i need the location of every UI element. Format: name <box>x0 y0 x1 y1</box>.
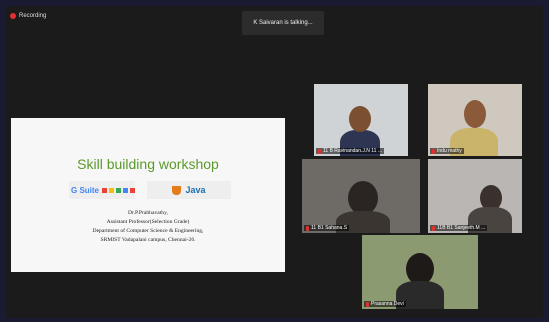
participant-name: 11B B1 Sanjeeth.M ... <box>437 225 486 231</box>
meeting-window: Recording K Saivaran is talking... Skill… <box>6 6 543 318</box>
participant-video <box>464 100 486 128</box>
participant-tile[interactable]: 11B B1 Sanjeeth.M ... <box>428 159 522 233</box>
active-speaker-text: K Saivaran is talking... <box>253 20 313 26</box>
mic-muted-icon <box>432 225 435 231</box>
gsuite-logo: G Suite <box>69 181 135 199</box>
java-logo: Java <box>147 181 231 199</box>
active-speaker-banner: K Saivaran is talking... <box>242 11 324 35</box>
participant-name: 11 B1 Sahana.S <box>311 225 348 231</box>
presenter-line: Department of Computer Science & Enginee… <box>92 228 204 234</box>
recording-indicator: Recording <box>10 13 46 19</box>
slide-title: Skill building workshop <box>77 156 219 172</box>
recording-label: Recording <box>19 13 47 19</box>
gsuite-logo-text: G Suite <box>71 185 100 195</box>
participant-name: Prasanna Devi <box>371 301 404 307</box>
presenter-line: Dr.P.Prabhavathy, <box>128 210 168 216</box>
java-logo-text: Java <box>185 185 206 195</box>
mic-muted-icon <box>432 148 435 154</box>
slide-logos: G Suite Java <box>69 181 231 199</box>
participant-name-label: Prasanna Devi <box>364 301 406 307</box>
participant-tile[interactable]: 11 B1 Sahana.S <box>302 159 420 233</box>
participant-name-label: 11B B1 Sanjeeth.M ... <box>430 225 488 231</box>
participant-video <box>348 181 378 215</box>
participant-name: Indu mathy <box>437 148 462 154</box>
participant-tile[interactable]: 11 B Ravinandan.J.N 11 ... <box>314 84 408 156</box>
presenter-line: SRMIST Vadapalani campus, Chennai-26. <box>100 237 196 243</box>
mic-muted-icon <box>318 148 321 154</box>
presenter-line: Assistant Professor(Selection Grade) <box>106 219 190 225</box>
participant-tile[interactable]: Indu mathy <box>428 84 522 156</box>
mic-muted-icon <box>366 301 369 307</box>
participant-name-label: Indu mathy <box>430 148 464 154</box>
shared-screen[interactable]: Skill building workshop G Suite Java Dr.… <box>11 118 285 272</box>
participant-tile[interactable]: Prasanna Devi <box>362 235 478 309</box>
participant-name-label: 11 B1 Sahana.S <box>304 225 350 231</box>
participant-name-label: 11 B Ravinandan.J.N 11 ... <box>316 148 385 154</box>
gsuite-apps-icon <box>102 187 135 193</box>
recording-icon <box>10 13 16 19</box>
java-cup-icon <box>172 185 182 195</box>
participant-video <box>349 106 371 132</box>
mic-muted-icon <box>306 225 309 231</box>
presenter-info: Dr.P.Prabhavathy, Assistant Professor(Se… <box>11 209 285 245</box>
participant-name: 11 B Ravinandan.J.N 11 ... <box>323 148 383 154</box>
